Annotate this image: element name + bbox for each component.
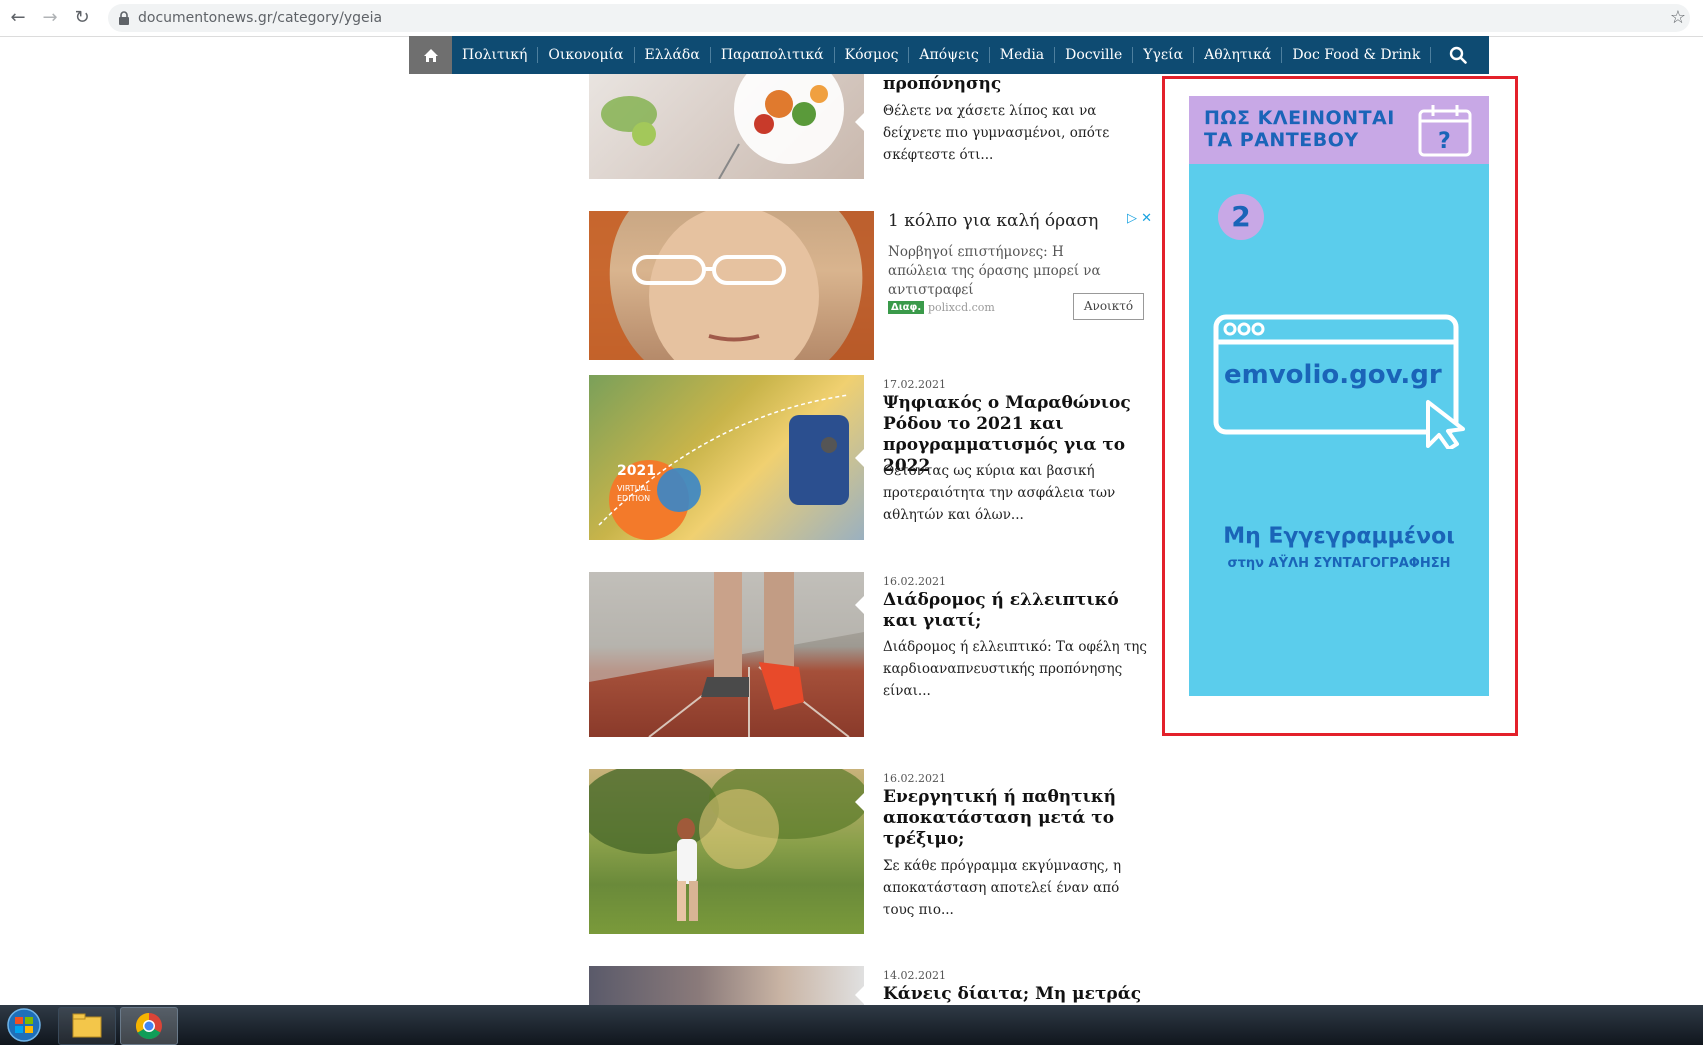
home-icon[interactable] bbox=[409, 36, 452, 74]
native-ad[interactable]: 1 κόλπο για καλή όραση ▷ ✕ Νορβηγοί επισ… bbox=[589, 211, 1157, 360]
article-date: 16.02.2021 bbox=[883, 575, 946, 588]
thumbnail-pointer bbox=[855, 595, 865, 615]
article-excerpt: Σε κάθε πρόγραμμα εκγύμνασης, η αποκατάσ… bbox=[883, 858, 1122, 918]
menu-item-apopseis[interactable]: Απόψεις bbox=[909, 47, 990, 63]
ad-cta-line2: στην ΑΫΛΗ ΣΥΝΤΑΓΟΓΡΑΦΗΣΗ bbox=[1227, 556, 1451, 571]
vaccination-ad-banner[interactable]: ΠΩΣ ΚΛΕΙΝΟΝΤΑΙ ΤΑ ΡΑΝΤΕΒΟΥ ? 2 emvolio.g… bbox=[1189, 96, 1489, 696]
calendar-icon: ? bbox=[1417, 102, 1473, 158]
thumbnail-pointer bbox=[855, 792, 865, 812]
menu-item-media[interactable]: Media bbox=[990, 47, 1056, 63]
article-thumbnail[interactable] bbox=[589, 572, 864, 737]
chrome-icon[interactable] bbox=[120, 1007, 178, 1045]
thumbnail-pointer bbox=[855, 448, 865, 468]
article-date: 16.02.2021 bbox=[883, 772, 946, 785]
menu-item-athlitika[interactable]: Αθλητικά bbox=[1194, 47, 1283, 63]
start-button-icon[interactable] bbox=[4, 1007, 44, 1043]
article-date: 17.02.2021 bbox=[883, 378, 946, 391]
ad-open-button[interactable]: Ανοικτό bbox=[1073, 293, 1144, 320]
os-taskbar bbox=[0, 1005, 1703, 1045]
menu-item-oikonomia[interactable]: Οικονομία bbox=[538, 47, 635, 63]
article-excerpt: Θέτοντας ως κύρια και βασική προτεραιότη… bbox=[883, 463, 1116, 523]
svg-text:?: ? bbox=[1438, 129, 1451, 154]
main-menu: Πολιτική Οικονομία Ελλάδα Παραπολιτικά Κ… bbox=[452, 36, 1432, 74]
site-navbar: Πολιτική Οικονομία Ελλάδα Παραπολιτικά Κ… bbox=[409, 36, 1489, 74]
lock-icon bbox=[118, 4, 132, 32]
ad-body: Νορβηγοί επιστήμονες: Η απώλεια της όρασ… bbox=[888, 244, 1101, 298]
search-icon[interactable] bbox=[1449, 36, 1477, 74]
back-icon[interactable]: ← bbox=[6, 6, 30, 30]
menu-item-doc-food-drink[interactable]: Doc Food & Drink bbox=[1282, 47, 1432, 63]
ad-site-url[interactable]: emvolio.gov.gr bbox=[1224, 360, 1442, 390]
article-excerpt: Θέλετε να χάσετε λίπος και να δείχνετε π… bbox=[883, 103, 1110, 163]
forward-icon[interactable]: → bbox=[38, 6, 62, 30]
article-thumbnail[interactable]: 2021 VIRTUAL EDITION bbox=[589, 375, 864, 540]
browser-toolbar: ← → ↻ documentonews.gr/category/ygeia ☆ bbox=[0, 0, 1703, 37]
article-date: 14.02.2021 bbox=[883, 969, 946, 982]
virtual-edition-label: 2021 bbox=[617, 463, 656, 479]
article-title[interactable]: Διάδρομος ή ελλειπτικό και γιατί; bbox=[883, 590, 1153, 632]
ad-source: polixcd.com bbox=[928, 301, 995, 314]
article-title[interactable]: προπόνησης bbox=[883, 74, 1153, 95]
ad-badge: Διαφ. bbox=[888, 301, 925, 314]
ad-cta-line1: Μη Εγγεγραμμένοι bbox=[1223, 524, 1455, 549]
thumbnail-pointer bbox=[855, 985, 865, 1005]
article-title[interactable]: Ενεργητική ή παθητική αποκατάσταση μετά … bbox=[883, 787, 1153, 850]
menu-item-parapolitika[interactable]: Παραπολιτικά bbox=[711, 47, 835, 63]
menu-item-docville[interactable]: Docville bbox=[1055, 47, 1134, 63]
address-bar[interactable]: documentonews.gr/category/ygeia ☆ bbox=[108, 4, 1690, 32]
thumbnail-pointer bbox=[855, 112, 865, 132]
article-thumbnail[interactable] bbox=[589, 966, 864, 1005]
ad-image[interactable] bbox=[589, 211, 874, 360]
menu-item-politiki[interactable]: Πολιτική bbox=[452, 47, 539, 63]
menu-item-ellada[interactable]: Ελλάδα bbox=[635, 47, 711, 63]
url-text[interactable]: documentonews.gr/category/ygeia bbox=[138, 4, 382, 32]
svg-text:VIRTUAL: VIRTUAL bbox=[617, 484, 651, 493]
file-explorer-icon[interactable] bbox=[58, 1007, 116, 1045]
reload-icon[interactable]: ↻ bbox=[70, 6, 94, 30]
menu-item-kosmos[interactable]: Κόσμος bbox=[835, 47, 910, 63]
menu-item-ygeia[interactable]: Υγεία bbox=[1133, 47, 1195, 63]
adchoices-icon[interactable]: ▷ ✕ bbox=[1127, 211, 1157, 226]
article-title[interactable]: Κάνεις δίαιτα; Μη μετράς bbox=[883, 984, 1153, 1005]
article-excerpt: Διάδρομος ή ελλειπτικό: Τα οφέλη της καρ… bbox=[883, 639, 1147, 699]
svg-text:EDITION: EDITION bbox=[617, 494, 650, 503]
article-thumbnail[interactable] bbox=[589, 74, 864, 179]
bookmark-star-icon[interactable]: ☆ bbox=[1670, 4, 1686, 32]
step-number: 2 bbox=[1218, 194, 1264, 240]
article-thumbnail[interactable] bbox=[589, 769, 864, 934]
ad-title[interactable]: 1 κόλπο για καλή όραση bbox=[888, 211, 1098, 231]
ad-headline: ΠΩΣ ΚΛΕΙΝΟΝΤΑΙ ΤΑ ΡΑΝΤΕΒΟΥ bbox=[1204, 107, 1395, 151]
